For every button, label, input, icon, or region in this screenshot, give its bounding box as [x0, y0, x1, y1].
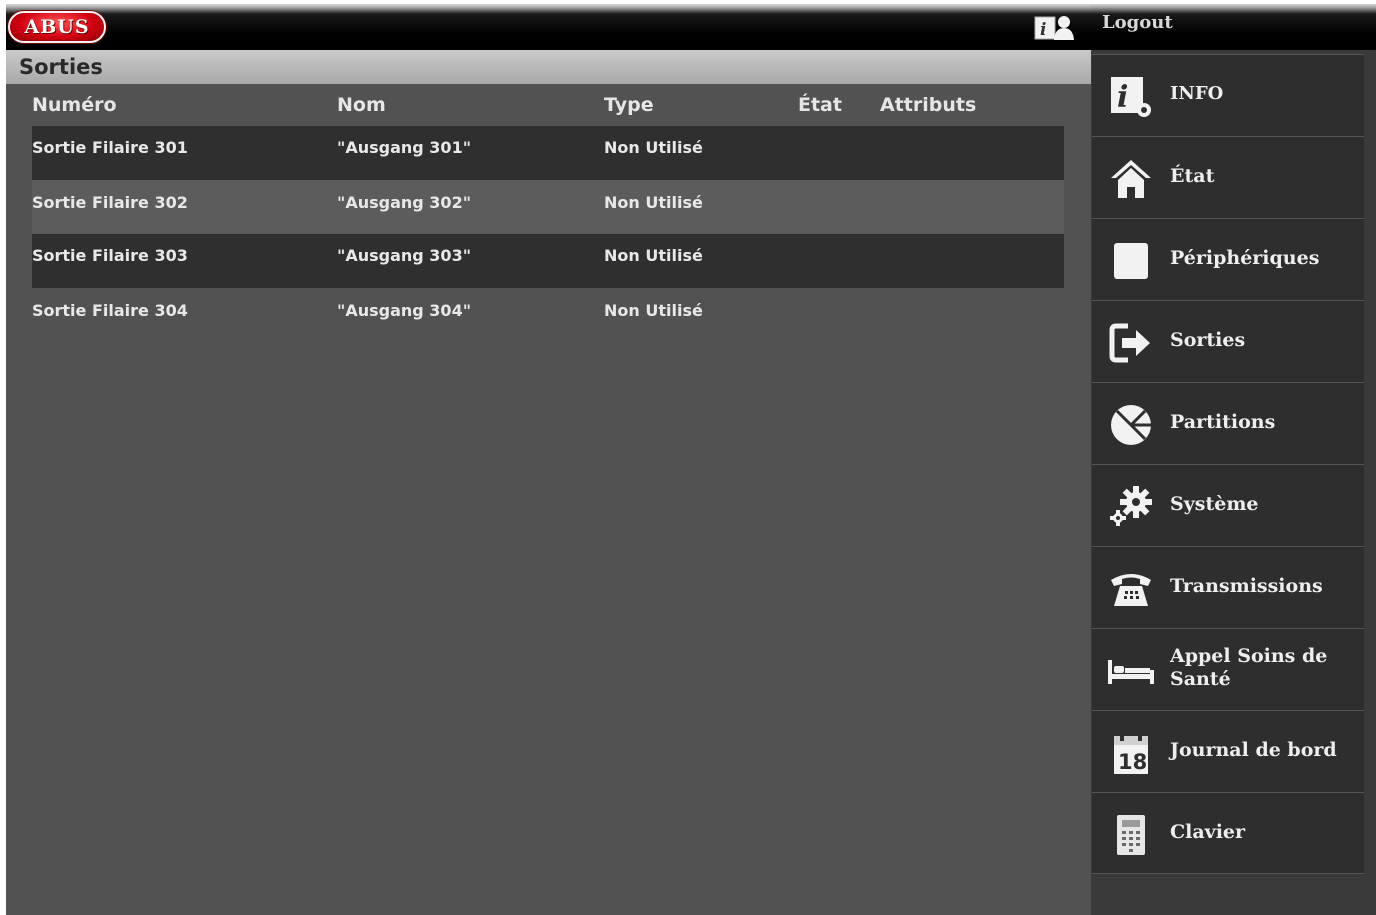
svg-text:18: 18	[1118, 750, 1147, 774]
svg-text:i: i	[1040, 20, 1046, 40]
svg-text:i: i	[1117, 80, 1128, 115]
app-window: ABUS i Sorties Numéro Nom Type État Attr…	[6, 4, 1376, 915]
sidebar-item-label: Journal de bord	[1170, 739, 1337, 761]
cell-nom: "Ausgang 303"	[337, 246, 472, 265]
sidebar-item-journal[interactable]: 18 Journal de bord	[1092, 710, 1364, 792]
sidebar-item-transmissions[interactable]: Transmissions	[1092, 546, 1364, 628]
column-header-nom[interactable]: Nom	[337, 94, 386, 116]
sidebar: Logout i INFO État Périphériques Sorties…	[1091, 4, 1376, 915]
device-square-icon	[1108, 238, 1154, 284]
cell-type: Non Utilisé	[604, 246, 703, 265]
sidebar-item-label: Partitions	[1170, 411, 1276, 433]
logout-bar: Logout	[1091, 4, 1376, 50]
sidebar-item-partitions[interactable]: Partitions	[1092, 382, 1364, 464]
abus-logo: ABUS	[8, 11, 106, 43]
column-header-attributs[interactable]: Attributs	[880, 94, 976, 116]
cell-type: Non Utilisé	[604, 138, 703, 157]
sidebar-item-etat[interactable]: État	[1092, 136, 1364, 218]
telephone-icon	[1108, 566, 1154, 612]
sidebar-menu: i INFO État Périphériques Sorties Partit…	[1092, 54, 1364, 874]
exit-arrow-icon	[1108, 320, 1154, 366]
page-title-bar: Sorties	[6, 50, 1091, 84]
cell-nom: "Ausgang 301"	[337, 138, 472, 157]
sidebar-item-systeme[interactable]: Système	[1092, 464, 1364, 546]
table-header: Numéro Nom Type État Attributs	[32, 86, 1064, 126]
sidebar-item-label: INFO	[1170, 83, 1224, 104]
cell-numero: Sortie Filaire 304	[32, 301, 188, 320]
cell-type: Non Utilisé	[604, 301, 703, 320]
sidebar-item-appel-soins[interactable]: Appel Soins de Santé	[1092, 628, 1364, 710]
page-title: Sorties	[19, 55, 103, 79]
table-row[interactable]: Sortie Filaire 301 "Ausgang 301" Non Uti…	[32, 126, 1064, 180]
info-settings-icon: i	[1108, 74, 1154, 120]
cell-numero: Sortie Filaire 301	[32, 138, 188, 157]
sidebar-item-label: Périphériques	[1170, 247, 1320, 269]
logout-button[interactable]: Logout	[1102, 12, 1173, 33]
column-header-numero[interactable]: Numéro	[32, 94, 117, 116]
keypad-icon	[1108, 812, 1154, 858]
calendar-icon: 18	[1108, 730, 1154, 776]
logo-text: ABUS	[24, 16, 90, 38]
cell-type: Non Utilisé	[604, 193, 703, 212]
column-header-type[interactable]: Type	[604, 94, 654, 116]
sidebar-item-info[interactable]: i INFO	[1092, 54, 1364, 136]
sidebar-item-label: État	[1170, 165, 1215, 187]
help-user-icon[interactable]: i	[1034, 13, 1076, 41]
top-bar: ABUS i	[6, 4, 1091, 50]
gears-icon	[1108, 484, 1154, 530]
column-header-etat[interactable]: État	[798, 94, 842, 116]
sidebar-item-sorties[interactable]: Sorties	[1092, 300, 1364, 382]
sidebar-item-label: Système	[1170, 493, 1259, 515]
bed-icon	[1108, 648, 1154, 694]
cell-numero: Sortie Filaire 302	[32, 193, 188, 212]
sidebar-item-peripheriques[interactable]: Périphériques	[1092, 218, 1364, 300]
cell-nom: "Ausgang 304"	[337, 301, 472, 320]
table-row[interactable]: Sortie Filaire 303 "Ausgang 303" Non Uti…	[32, 234, 1064, 288]
sidebar-item-label: Sorties	[1170, 329, 1246, 351]
table-row[interactable]: Sortie Filaire 302 "Ausgang 302" Non Uti…	[32, 180, 1064, 234]
sidebar-item-label: Clavier	[1170, 821, 1246, 843]
outputs-table: Numéro Nom Type État Attributs Sortie Fi…	[32, 86, 1064, 342]
partitions-pie-icon	[1108, 402, 1154, 448]
cell-numero: Sortie Filaire 303	[32, 246, 188, 265]
home-icon	[1108, 156, 1154, 202]
sidebar-item-label: Appel Soins de Santé	[1170, 645, 1328, 690]
cell-nom: "Ausgang 302"	[337, 193, 472, 212]
table-row[interactable]: Sortie Filaire 304 "Ausgang 304" Non Uti…	[32, 288, 1064, 342]
sidebar-item-label: Transmissions	[1170, 575, 1323, 597]
sidebar-item-clavier[interactable]: Clavier	[1092, 792, 1364, 874]
